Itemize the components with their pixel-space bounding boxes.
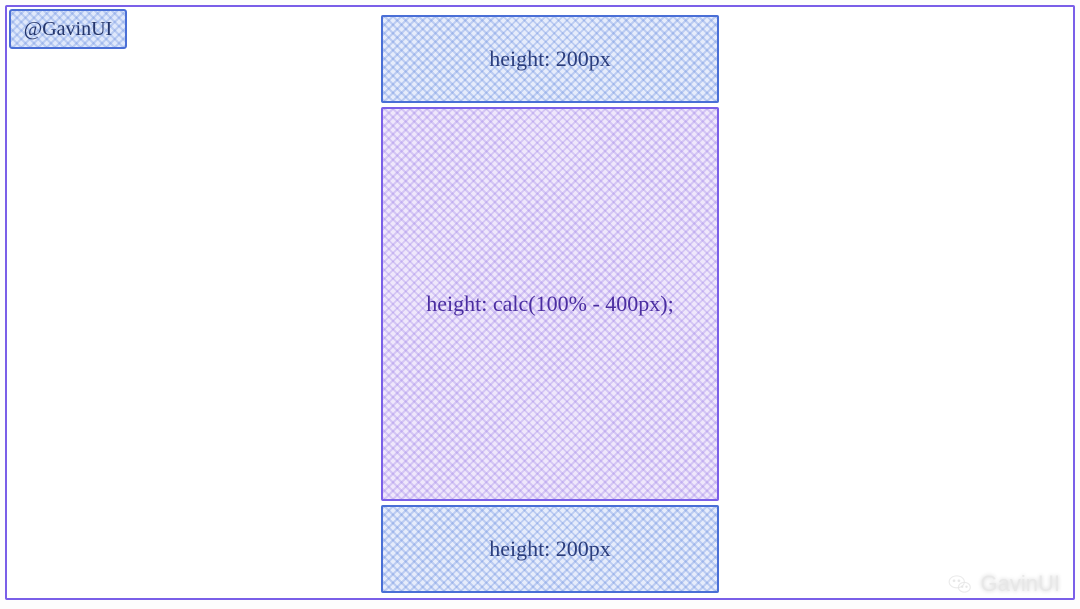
header-box: height: 200px [381,15,719,103]
content-box-label: height: calc(100% - 400px); [426,291,673,317]
footer-box: height: 200px [381,505,719,593]
watermark: GavinUI [947,571,1060,597]
wechat-icon [947,571,973,597]
header-box-label: height: 200px [489,46,611,72]
author-badge-label: @GavinUI [24,18,112,41]
diagram-frame: @GavinUI height: 200px height: calc(100%… [5,5,1075,600]
layout-stack: height: 200px height: calc(100% - 400px)… [381,15,719,593]
content-box: height: calc(100% - 400px); [381,107,719,501]
watermark-text: GavinUI [981,571,1060,597]
author-badge: @GavinUI [9,9,127,49]
footer-box-label: height: 200px [489,536,611,562]
